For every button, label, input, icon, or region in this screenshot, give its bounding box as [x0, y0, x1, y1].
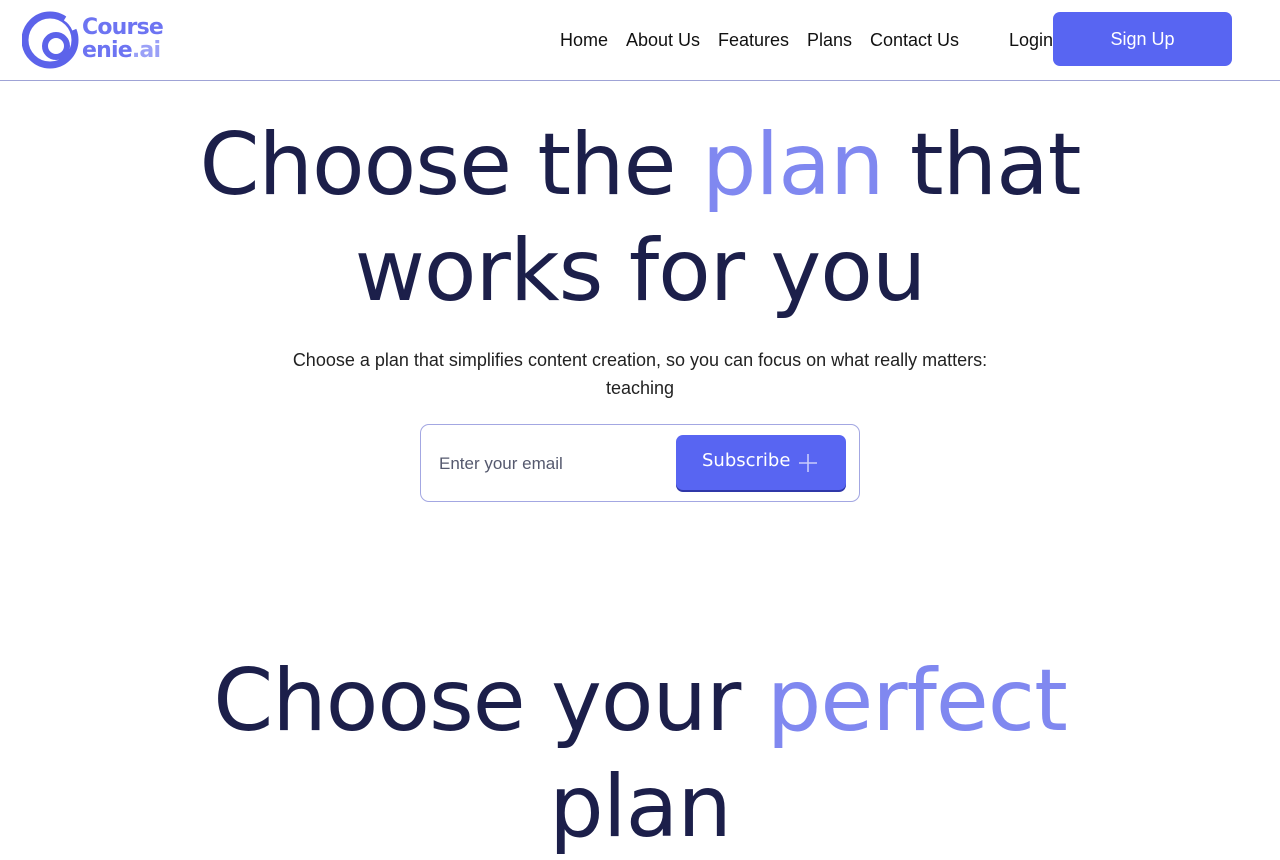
- hero-subtitle: Choose a plan that simplifies content cr…: [292, 350, 988, 398]
- logo[interactable]: Course enie.ai: [22, 9, 172, 71]
- nav-about-us[interactable]: About Us: [626, 28, 700, 52]
- nav-home[interactable]: Home: [560, 28, 608, 52]
- hero-title: Choose the plan that works for you: [0, 112, 1280, 324]
- nav-features[interactable]: Features: [718, 28, 789, 52]
- plans-title-accent: perfect: [766, 651, 1068, 751]
- logo-word-ai: .ai: [131, 38, 161, 63]
- sign-up-button[interactable]: Sign Up: [1053, 12, 1232, 66]
- email-input[interactable]: [437, 445, 671, 483]
- plans-title-line2: plan: [549, 757, 732, 857]
- subscribe-form: Subscribe: [420, 424, 860, 502]
- nav-login[interactable]: Login: [1009, 28, 1053, 52]
- plans-title-part1: Choose your: [213, 651, 767, 751]
- logo-mark-icon: [22, 11, 80, 69]
- site-header: Course enie.ai Home About Us Features Pl…: [0, 0, 1280, 81]
- hero-title-part1: Choose the: [199, 115, 702, 215]
- hero-title-part2: that: [883, 115, 1082, 215]
- subscribe-button[interactable]: Subscribe: [676, 435, 846, 490]
- logo-word-main: enie: [82, 38, 133, 63]
- hero-title-line2: works for you: [354, 221, 927, 321]
- logo-word-bottom: enie.ai: [82, 38, 161, 63]
- nav-contact-us[interactable]: Contact Us: [870, 28, 959, 52]
- logo-word-top: Course: [82, 15, 164, 40]
- plans-section-title: Choose your perfect plan: [0, 648, 1280, 860]
- hero-title-accent: plan: [701, 115, 885, 215]
- nav-plans[interactable]: Plans: [807, 28, 852, 52]
- plus-icon: [799, 454, 817, 472]
- subscribe-button-label: Subscribe: [702, 450, 791, 471]
